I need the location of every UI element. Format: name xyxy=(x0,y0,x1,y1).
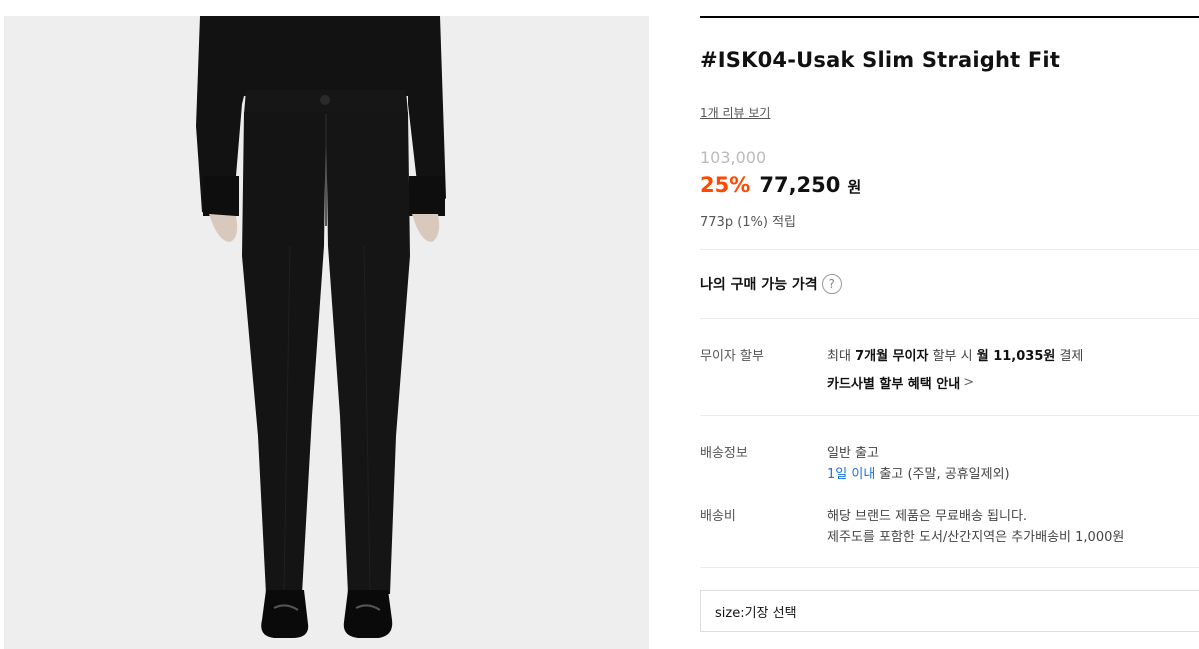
size-select[interactable]: size:기장 선택 xyxy=(700,590,1199,632)
price-row: 25% 77,250 원 xyxy=(700,173,861,197)
model-wearing-jeans-image xyxy=(4,16,649,649)
currency-unit: 원 xyxy=(847,178,862,196)
section-divider xyxy=(700,318,1199,319)
installment-label: 무이자 할부 xyxy=(700,349,764,364)
top-divider xyxy=(700,16,1199,18)
size-select-value: size:기장 선택 xyxy=(715,605,797,621)
section-divider xyxy=(700,249,1199,250)
chevron-right-icon: > xyxy=(963,375,975,390)
installment-suffix: 결제 xyxy=(1055,349,1084,364)
review-link[interactable]: 1개 리뷰 보기 xyxy=(700,104,770,121)
product-photo xyxy=(4,16,649,649)
my-price-row: 나의 구매 가능 가격 ? xyxy=(700,274,842,294)
question-circle-icon[interactable]: ? xyxy=(821,274,842,294)
shipping-eta-rest: 출고 (주말, 공휴일제외) xyxy=(875,467,1010,482)
installment-monthly: 월 11,035원 xyxy=(976,349,1056,364)
card-installment-link[interactable]: 카드사별 할부 혜택 안내 > xyxy=(827,373,974,392)
my-price-label: 나의 구매 가능 가격 xyxy=(700,277,818,293)
shipping-type: 일반 출고 xyxy=(827,446,879,461)
discount-rate: 25% xyxy=(700,173,751,197)
installment-prefix: 최대 xyxy=(827,349,856,364)
card-installment-label: 카드사별 할부 혜택 안내 xyxy=(827,377,961,392)
product-info-panel: #ISK04-Usak Slim Straight Fit 1개 리뷰 보기 1… xyxy=(700,0,1199,649)
sale-price: 77,250 xyxy=(759,173,841,197)
shipping-fee-line1: 해당 브랜드 제품은 무료배송 됩니다. xyxy=(827,509,1028,524)
shipping-eta: 1일 이내 출고 (주말, 공휴일제외) xyxy=(827,463,1010,482)
section-divider xyxy=(700,567,1199,568)
original-price: 103,000 xyxy=(700,148,767,167)
installment-months: 7개월 무이자 xyxy=(855,349,929,364)
shipping-fee-label: 배송비 xyxy=(700,509,736,524)
points-text: 773p (1%) 적립 xyxy=(700,215,797,230)
section-divider xyxy=(700,415,1199,416)
shipping-fee-line2: 제주도를 포함한 도서/산간지역은 추가배송비 1,000원 xyxy=(827,530,1125,545)
shipping-eta-highlight: 1일 이내 xyxy=(827,467,876,482)
installment-mid: 할부 시 xyxy=(928,349,977,364)
installment-text: 최대 7개월 무이자 할부 시 월 11,035원 결제 xyxy=(827,345,1083,364)
product-title: #ISK04-Usak Slim Straight Fit xyxy=(700,48,1061,72)
shipping-label: 배송정보 xyxy=(700,446,748,461)
